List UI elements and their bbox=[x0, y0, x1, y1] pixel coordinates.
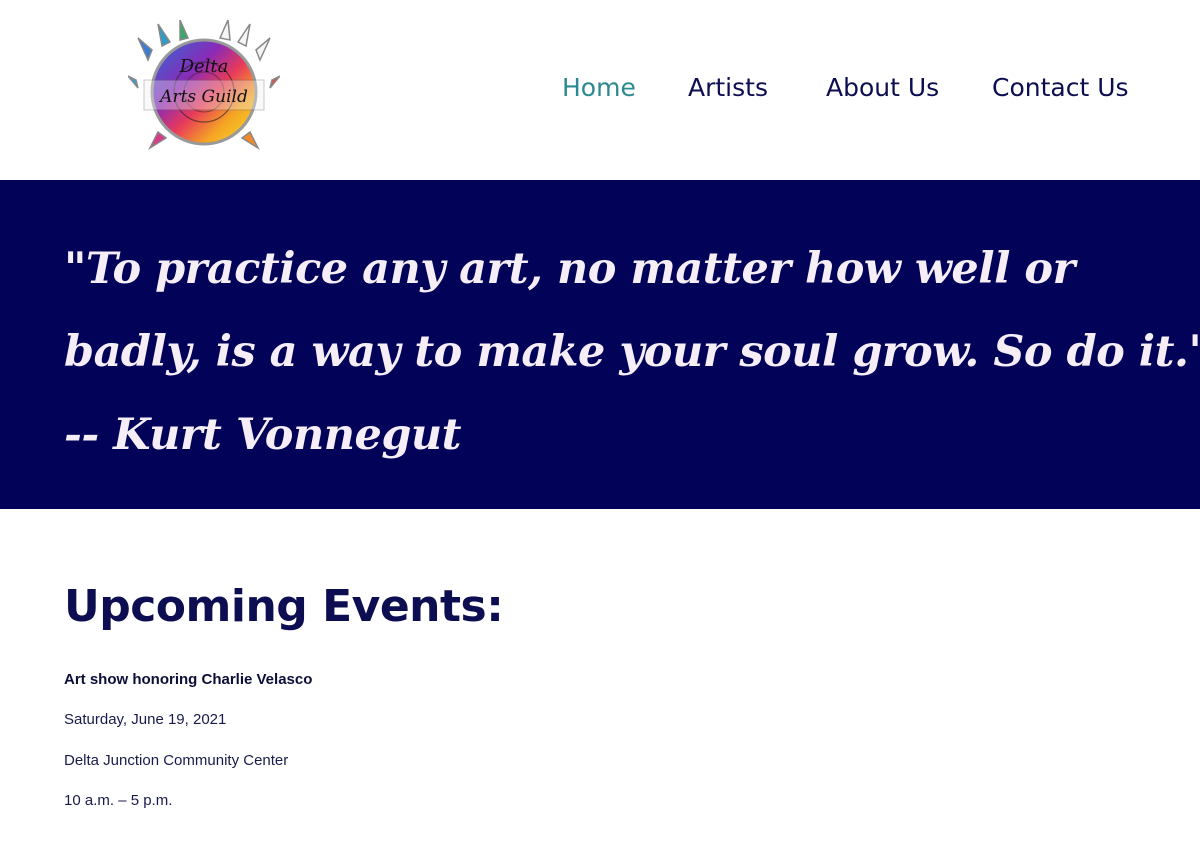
quote-line-1: "To practice any art, no matter how well… bbox=[64, 244, 1075, 294]
event-time: 10 a.m. – 5 p.m. bbox=[64, 792, 173, 809]
quote-text: "To practice any art, no matter how well… bbox=[64, 228, 1200, 477]
nav-home[interactable]: Home bbox=[562, 70, 636, 106]
quote-attribution: -- Kurt Vonnegut bbox=[64, 410, 462, 460]
event-date: Saturday, June 19, 2021 bbox=[64, 711, 227, 728]
nav-contact-us[interactable]: Contact Us bbox=[992, 70, 1129, 106]
site-header: Delta Arts Guild Home Artists About Us C… bbox=[0, 0, 1200, 180]
event-name: Art show honoring Charlie Velasco bbox=[64, 671, 313, 688]
main-nav: Home Artists About Us Contact Us bbox=[0, 70, 1200, 110]
quote-banner: "To practice any art, no matter how well… bbox=[0, 180, 1200, 509]
nav-about-us[interactable]: About Us bbox=[826, 70, 939, 106]
events-heading: Upcoming Events: bbox=[64, 581, 504, 632]
quote-line-2: badly, is a way to make your soul grow. … bbox=[64, 327, 1200, 377]
event-location: Delta Junction Community Center bbox=[64, 752, 289, 769]
nav-artists[interactable]: Artists bbox=[688, 70, 768, 106]
